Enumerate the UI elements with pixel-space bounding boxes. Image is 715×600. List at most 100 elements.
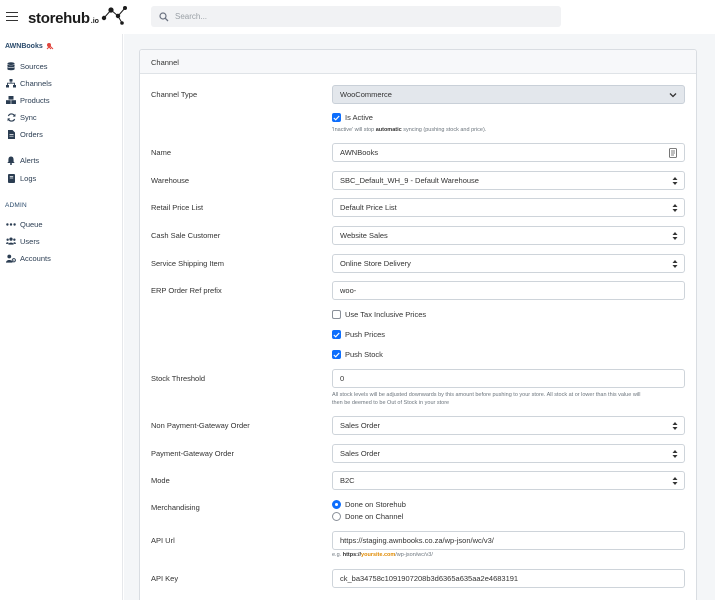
sort-arrows-icon bbox=[672, 260, 678, 268]
ellipsis-icon bbox=[6, 219, 16, 229]
sort-arrows-icon bbox=[672, 204, 678, 212]
admin-section-label: ADMIN bbox=[5, 202, 27, 209]
is-active-checkbox[interactable] bbox=[332, 113, 341, 122]
merch-option-storehub: Done on Storehub bbox=[332, 500, 406, 509]
cash-sale-label: Cash Sale Customer bbox=[151, 231, 221, 240]
non-pg-order-value: Sales Order bbox=[340, 421, 381, 430]
search-input[interactable] bbox=[175, 12, 555, 21]
name-value: AWNBooks bbox=[340, 148, 379, 157]
org-name: AWNBooks bbox=[5, 42, 43, 50]
non-pg-order-select[interactable]: Sales Order bbox=[332, 416, 685, 435]
users-icon bbox=[6, 236, 16, 246]
sidebar-item-label: Accounts bbox=[20, 253, 51, 263]
push-stock-row: Push Stock bbox=[332, 350, 383, 359]
api-url-help: e.g. https://yoursite.com/wp-json/wc/v3/ bbox=[332, 551, 687, 559]
merch-label: Merchandising bbox=[151, 503, 200, 512]
sort-arrows-icon bbox=[672, 422, 678, 430]
retail-price-label: Retail Price List bbox=[151, 203, 204, 212]
sidebar-item-alerts[interactable]: Alerts bbox=[6, 155, 39, 165]
boxes-icon bbox=[6, 95, 16, 105]
sidebar-item-label: Queue bbox=[20, 219, 43, 229]
stock-threshold-input[interactable]: 0 bbox=[332, 369, 685, 388]
help-url-path: /wp-json/wc/v3/ bbox=[395, 552, 433, 558]
erp-prefix-label: ERP Order Ref prefix bbox=[151, 286, 222, 295]
shipping-label: Service Shipping Item bbox=[151, 259, 224, 268]
push-stock-checkbox[interactable] bbox=[332, 350, 341, 359]
warehouse-label: Warehouse bbox=[151, 176, 190, 185]
tax-inclusive-checkbox[interactable] bbox=[332, 310, 341, 319]
user-cog-icon bbox=[6, 253, 16, 263]
erp-prefix-value: woo- bbox=[340, 286, 357, 295]
channel-type-value: WooCommerce bbox=[340, 90, 392, 99]
mode-select[interactable]: B2C bbox=[332, 471, 685, 490]
sidebar-item-label: Channels bbox=[20, 78, 52, 88]
shipping-value: Online Store Delivery bbox=[340, 259, 411, 268]
is-active-row: Is Active bbox=[332, 113, 373, 122]
pg-order-select[interactable]: Sales Order bbox=[332, 444, 685, 463]
sidebar-item-label: Logs bbox=[20, 173, 37, 183]
file-icon bbox=[6, 129, 16, 139]
stock-threshold-help: All stock levels will be adjusted downwa… bbox=[332, 391, 687, 407]
sidebar-item-channels[interactable]: Channels bbox=[6, 78, 52, 88]
retail-price-select[interactable]: Default Price List bbox=[332, 198, 685, 217]
cash-sale-select[interactable]: Website Sales bbox=[332, 226, 685, 245]
logo-network-icon bbox=[101, 6, 127, 25]
help-text: e.g. bbox=[332, 552, 343, 558]
database-icon bbox=[6, 61, 16, 71]
card-header: Channel bbox=[140, 50, 696, 74]
erp-prefix-input[interactable]: woo- bbox=[332, 281, 685, 300]
sidebar-item-sync[interactable]: Sync bbox=[6, 112, 37, 122]
pg-order-label: Payment-Gateway Order bbox=[151, 449, 234, 458]
name-input[interactable]: AWNBooks bbox=[332, 143, 685, 162]
sync-icon bbox=[6, 112, 16, 122]
api-url-label: API Url bbox=[151, 536, 175, 545]
org-switcher[interactable]: AWNBooks bbox=[5, 42, 54, 50]
logo-text: storehub bbox=[28, 9, 90, 27]
sidebar-item-accounts[interactable]: Accounts bbox=[6, 253, 51, 263]
sidebar-item-label: Users bbox=[20, 236, 40, 246]
push-prices-row: Push Prices bbox=[332, 330, 385, 339]
sidebar-item-products[interactable]: Products bbox=[6, 95, 50, 105]
search-bar[interactable] bbox=[151, 6, 561, 27]
warehouse-select[interactable]: SBC_Default_WH_9 - Default Warehouse bbox=[332, 171, 685, 190]
api-url-input[interactable]: https://staging.awnbooks.co.za/wp-json/w… bbox=[332, 531, 685, 550]
help-url-domain: yoursite.com bbox=[361, 552, 396, 558]
sidebar-item-queue[interactable]: Queue bbox=[6, 219, 43, 229]
merch-storehub-radio[interactable] bbox=[332, 500, 341, 509]
sidebar-item-label: Products bbox=[20, 95, 50, 105]
sitemap-icon bbox=[6, 78, 16, 88]
storehub-logo[interactable]: storehub .io bbox=[28, 6, 128, 30]
sidebar-item-logs[interactable]: Logs bbox=[6, 173, 36, 183]
help-text: syncing (pushing stock and price). bbox=[401, 127, 487, 133]
menu-toggle-icon[interactable] bbox=[6, 12, 18, 21]
merch-option-channel: Done on Channel bbox=[332, 512, 403, 521]
is-active-help: 'Inactive' will stop automatic syncing (… bbox=[332, 126, 687, 134]
cash-sale-value: Website Sales bbox=[340, 231, 388, 240]
sidebar-item-label: Alerts bbox=[20, 155, 40, 165]
push-prices-checkbox[interactable] bbox=[332, 330, 341, 339]
api-key-label: API Key bbox=[151, 574, 179, 583]
check-icon bbox=[333, 115, 340, 121]
api-key-value: ck_ba34758c1091907208b3d6365a635aa2e4683… bbox=[340, 574, 519, 583]
channel-type-select[interactable]: WooCommerce bbox=[332, 85, 685, 104]
retail-price-value: Default Price List bbox=[340, 203, 397, 212]
shipping-select[interactable]: Online Store Delivery bbox=[332, 254, 685, 273]
search-icon bbox=[159, 11, 169, 21]
sidebar-item-sources[interactable]: Sources bbox=[6, 61, 48, 71]
merch-channel-radio[interactable] bbox=[332, 512, 341, 521]
api-key-input[interactable]: ck_ba34758c1091907208b3d6365a635aa2e4683… bbox=[332, 569, 685, 588]
channel-type-label: Channel Type bbox=[151, 90, 198, 99]
book-icon bbox=[6, 173, 16, 183]
is-active-label: Is Active bbox=[345, 113, 373, 122]
sidebar-item-users[interactable]: Users bbox=[6, 236, 40, 246]
mode-label: Mode bbox=[151, 476, 170, 485]
card-title: Channel bbox=[151, 58, 179, 67]
sort-arrows-icon bbox=[672, 232, 678, 240]
help-text: 'Inactive' will stop bbox=[332, 127, 376, 133]
name-label: Name bbox=[151, 148, 172, 157]
check-icon bbox=[333, 352, 340, 358]
sort-arrows-icon bbox=[672, 177, 678, 185]
sidebar-item-orders[interactable]: Orders bbox=[6, 129, 43, 139]
help-url-scheme: https:// bbox=[342, 552, 362, 558]
autofill-icon bbox=[669, 148, 677, 158]
